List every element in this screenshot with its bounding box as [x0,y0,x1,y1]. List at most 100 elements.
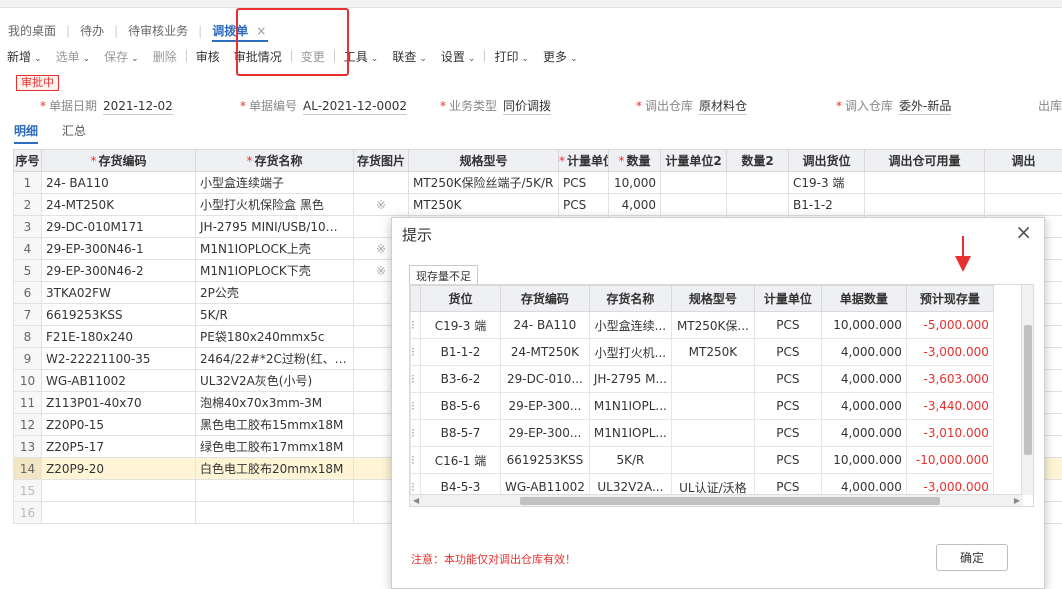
table-cell[interactable]: 4,000.000 [820,392,907,420]
table-cell[interactable] [41,479,196,502]
table-cell[interactable]: 5 [13,259,42,282]
scroll-right-icon[interactable]: ▶ [1014,495,1020,506]
table-cell[interactable]: F21E-180x240 [41,325,196,348]
date-value[interactable]: 2021-12-02 [103,99,173,115]
table-cell[interactable]: UL32V2A灰色(小号) [195,369,354,392]
scroll-thumb[interactable] [1024,325,1032,455]
tab-desktop[interactable]: 我的桌面 [0,20,64,42]
table-cell[interactable]: Z20P0-15 [41,413,196,436]
column-header[interactable]: * 数量 [608,149,661,172]
field-biz-type[interactable]: * 业务类型 同价调拨 [440,96,552,116]
column-header[interactable]: 预计现存量 [905,285,994,312]
table-cell[interactable]: 2 [13,193,42,216]
table-cell[interactable]: 29-DC-010... [500,365,590,393]
table-cell[interactable]: JH-2795 M... [588,365,672,393]
in-warehouse-value[interactable]: 委外-新品 [899,99,952,115]
tab-pending-review[interactable]: 待审核业务 [120,20,196,42]
column-header[interactable]: *计量单位 [558,149,609,172]
table-cell[interactable] [660,171,727,194]
table-cell[interactable]: 5K/R [195,303,354,326]
ok-button[interactable]: 确定 [936,544,1008,571]
table-cell[interactable]: C19-3 端 [788,171,865,194]
field-doc-no[interactable]: * 单据编号 AL-2021-12-0002 [240,96,408,116]
column-header[interactable]: 调出仓可用量 [864,149,985,172]
table-cell[interactable]: B1-1-2 [788,193,865,216]
table-cell[interactable]: M1N1IOPL... [588,419,672,447]
table-cell[interactable] [726,193,789,216]
column-header[interactable]: 存货名称 [588,285,672,312]
toolbar-button-8[interactable]: 联查 ⌄ [385,48,434,65]
column-header[interactable]: 数量2 [726,149,789,172]
table-cell[interactable]: ※ [353,193,409,216]
table-row[interactable]: 1 24- BA110 小型盒连续端子 MT250K保险丝端子/5K/R PCS 10,0… [13,171,1062,194]
table-cell[interactable]: B1-1-2 [420,338,501,366]
table-cell[interactable]: B3-6-2 [420,365,501,393]
table-cell[interactable]: B8-5-6 [420,392,501,420]
table-cell[interactable]: 29-EP-300... [500,392,590,420]
toolbar-button-1[interactable]: 选单 ⌄ [49,48,98,65]
table-cell[interactable]: 12 [13,413,42,436]
table-row[interactable]: ⁝ C16-1 端 6619253KSS 5K/R PCS 10,000.000 -10,0… [410,446,994,474]
toolbar-button-11[interactable]: 更多 ⌄ [536,48,585,65]
table-cell[interactable] [41,501,196,524]
table-cell[interactable]: 11 [13,391,42,414]
table-cell[interactable]: 小型盒连续... [588,311,672,339]
table-cell[interactable]: M1N1IOPL... [588,392,672,420]
table-row[interactable]: ⁝ B8-5-6 29-EP-300... M1N1IOPL... PCS 4,000.0… [410,392,994,420]
toolbar-button-5[interactable]: 审批情况 [227,48,289,65]
column-header[interactable]: 规格型号 [408,149,559,172]
scroll-left-icon[interactable]: ◀ [413,495,419,506]
table-cell[interactable] [984,193,1062,216]
table-cell[interactable]: Z20P9-20 [41,457,196,480]
table-cell[interactable]: 3TKA02FW [41,281,196,304]
table-cell[interactable] [670,392,755,420]
table-cell[interactable] [726,171,789,194]
table-row[interactable]: ⁝ B1-1-2 24-MT250K 小型打火机... MT250K PCS 4,000.0… [410,338,994,366]
table-cell[interactable]: -3,603.000 [905,365,994,393]
column-header[interactable]: 序号 [13,149,42,172]
table-cell[interactable]: PCS [753,311,822,339]
table-cell[interactable]: 8 [13,325,42,348]
close-icon[interactable]: × [1015,220,1032,244]
table-cell[interactable]: 6 [13,281,42,304]
tab-transfer-order[interactable]: 调拨单 × [204,20,274,42]
table-cell[interactable]: 小型打火机保险盒 黑色 [195,193,354,216]
table-cell[interactable]: 绿色电工胶布17mmx18M [195,435,354,458]
table-cell[interactable] [195,501,354,524]
table-cell[interactable]: B8-5-7 [420,419,501,447]
table-cell[interactable]: 3 [13,215,42,238]
field-in-warehouse[interactable]: * 调入仓库 委外-新品 [836,96,952,116]
table-cell[interactable]: 白色电工胶布20mmx18M [195,457,354,480]
table-cell[interactable]: PCS [558,193,609,216]
doc-no-value[interactable]: AL-2021-12-0002 [303,99,408,115]
table-cell[interactable] [195,479,354,502]
table-cell[interactable]: MT250K保... [670,311,755,339]
table-cell[interactable]: 10,000.000 [820,446,907,474]
table-cell[interactable]: 5K/R [588,446,672,474]
table-cell[interactable]: MT250K保险丝端子/5K/R [408,171,559,194]
table-cell[interactable]: JH-2795 MINI/USB/10短... [195,215,354,238]
table-cell[interactable]: M1N1IOPLOCK上壳 [195,237,354,260]
column-header[interactable]: 存货图片 [353,149,409,172]
out-warehouse-value[interactable]: 原材料仓 [699,99,748,115]
table-cell[interactable]: 14 [13,457,42,480]
table-cell[interactable] [984,171,1062,194]
table-cell[interactable]: 10 [13,369,42,392]
table-cell[interactable]: 15 [13,479,42,502]
table-cell[interactable]: PCS [753,365,822,393]
table-row[interactable]: ⁝ B3-6-2 29-DC-010... JH-2795 M... PCS 4,000.… [410,365,994,393]
toolbar-button-0[interactable]: 新增 ⌄ [0,48,49,65]
table-cell[interactable]: 24- BA110 [500,311,590,339]
table-cell[interactable]: 黑色电工胶布15mmx18M [195,413,354,436]
table-cell[interactable]: 4 [13,237,42,260]
table-cell[interactable]: PCS [558,171,609,194]
table-cell[interactable]: M1N1IOPLOCK下壳 [195,259,354,282]
table-cell[interactable]: 1 [13,171,42,194]
subtab-detail[interactable]: 明细 [14,122,39,144]
table-cell[interactable] [670,446,755,474]
table-cell[interactable]: PCS [753,446,822,474]
field-out-warehouse[interactable]: * 调出仓库 原材料仓 [636,96,748,116]
table-cell[interactable] [660,193,727,216]
table-cell[interactable]: 6619253KSS [41,303,196,326]
column-header[interactable]: 计量单位2 [660,149,727,172]
